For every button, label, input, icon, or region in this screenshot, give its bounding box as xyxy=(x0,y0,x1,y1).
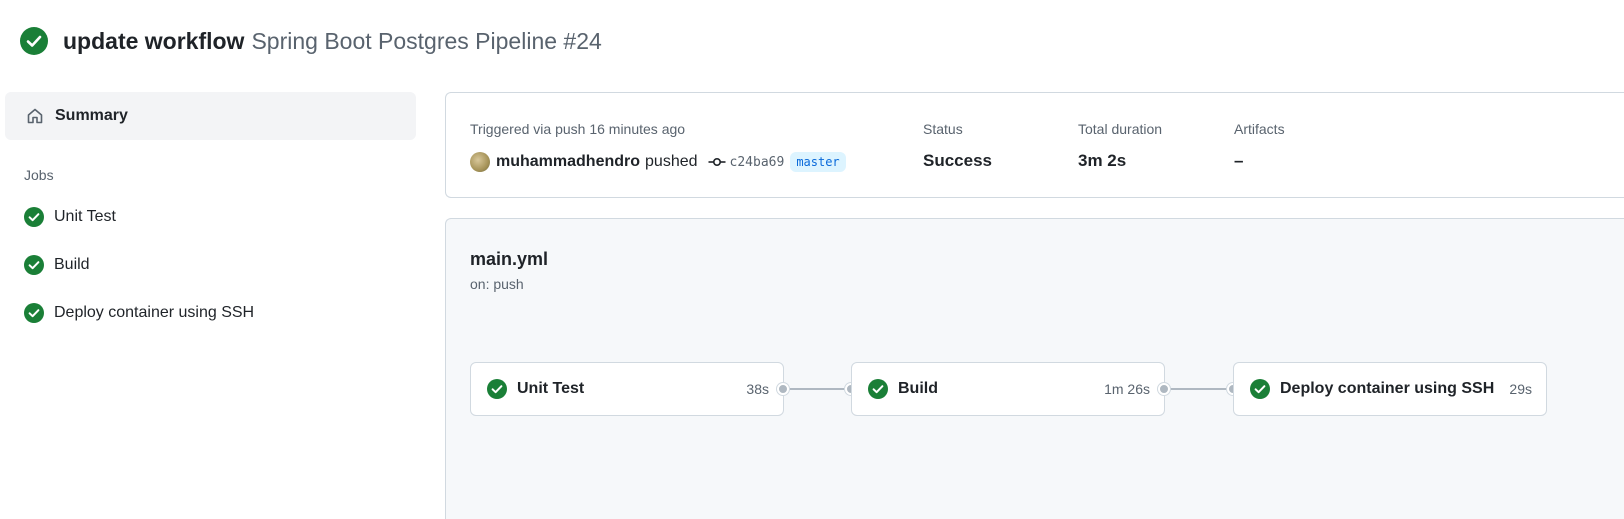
sidebar-item-build[interactable]: Build xyxy=(5,241,416,289)
sidebar-item-summary[interactable]: Summary xyxy=(5,92,416,140)
artifacts-label: Artifacts xyxy=(1234,121,1285,137)
sidebar-item-unit-test[interactable]: Unit Test xyxy=(5,193,416,241)
success-check-icon xyxy=(24,255,44,275)
sidebar-item-label: Build xyxy=(54,256,90,273)
status-stat: Status Success xyxy=(923,121,992,171)
success-check-icon xyxy=(24,303,44,323)
job-connector xyxy=(784,388,851,390)
home-icon xyxy=(27,108,43,124)
duration-stat: Total duration 3m 2s xyxy=(1078,121,1162,171)
job-node-unit-test[interactable]: Unit Test 38s xyxy=(470,362,784,416)
status-label: Status xyxy=(923,121,963,137)
job-connector xyxy=(1165,388,1233,390)
workflow-trigger: on: push xyxy=(470,276,524,292)
workflow-file-name: main.yml xyxy=(470,249,549,269)
branch-badge[interactable]: master xyxy=(790,152,846,172)
success-check-icon xyxy=(487,379,507,399)
job-node-name: Build xyxy=(898,380,938,397)
workflow-graph-card: main.yml on: push Unit Test 38s Build 1m… xyxy=(445,218,1624,519)
git-commit-icon xyxy=(708,158,726,167)
run-header: update workflow Spring Boot Postgres Pip… xyxy=(20,26,602,56)
commit-sha-link[interactable]: c24ba69 xyxy=(730,155,785,170)
run-sidebar: Summary Jobs Unit Test Build Deploy cont… xyxy=(5,92,416,337)
success-check-icon xyxy=(868,379,888,399)
artifacts-value: – xyxy=(1234,151,1244,170)
sidebar-item-label: Unit Test xyxy=(54,208,116,225)
sidebar-item-label: Deploy container using SSH xyxy=(54,304,255,321)
job-node-deploy[interactable]: Deploy container using SSH 29s xyxy=(1233,362,1547,416)
sidebar-item-deploy[interactable]: Deploy container using SSH xyxy=(5,289,416,337)
success-check-icon xyxy=(1250,379,1270,399)
jobs-heading: Jobs xyxy=(24,167,54,183)
action-text: pushed xyxy=(645,153,698,170)
duration-label: Total duration xyxy=(1078,121,1163,137)
success-check-icon xyxy=(24,207,44,227)
sidebar-item-label: Summary xyxy=(55,107,128,124)
jobs-list: Unit Test Build Deploy container using S… xyxy=(5,193,416,337)
job-node-name: Unit Test xyxy=(517,380,585,397)
job-node-duration: 38s xyxy=(746,381,769,397)
actor-link[interactable]: muhammadhendro xyxy=(496,153,640,171)
connector-dot xyxy=(777,383,789,395)
duration-value: 3m 2s xyxy=(1078,151,1127,170)
success-check-icon xyxy=(20,27,48,55)
job-node-duration: 1m 26s xyxy=(1104,381,1150,397)
job-node-name: Deploy container using SSH xyxy=(1280,380,1495,397)
artifacts-stat: Artifacts – xyxy=(1234,121,1285,171)
run-title: update workflow xyxy=(63,27,245,54)
avatar[interactable] xyxy=(470,152,490,172)
workflow-run-name[interactable]: Spring Boot Postgres Pipeline #24 xyxy=(251,28,601,55)
connector-dot xyxy=(1158,383,1170,395)
run-info-card: Triggered via push 16 minutes ago muhamm… xyxy=(445,92,1624,198)
status-value: Success xyxy=(923,151,992,170)
commit-row: muhammadhendro pushed c24ba69 master xyxy=(470,150,846,174)
job-node-duration: 29s xyxy=(1509,381,1532,397)
trigger-text: Triggered via push 16 minutes ago xyxy=(470,121,686,137)
job-node-build[interactable]: Build 1m 26s xyxy=(851,362,1165,416)
